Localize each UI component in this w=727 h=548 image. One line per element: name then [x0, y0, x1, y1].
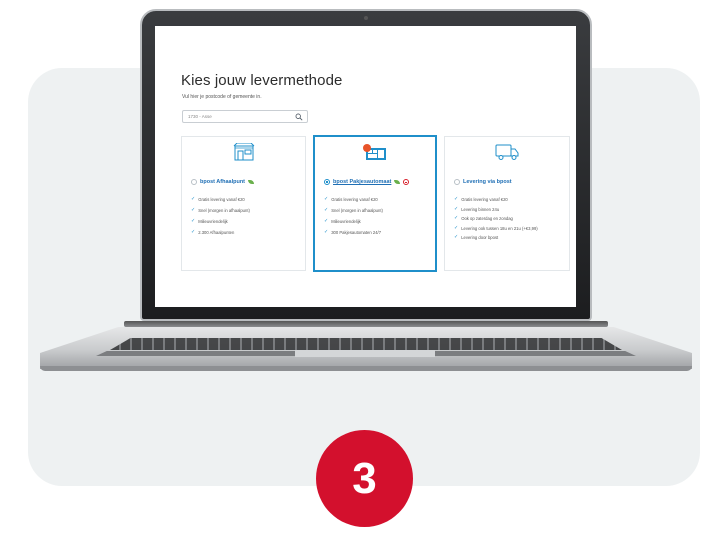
- feature-text: Milieuvriendelijk: [198, 219, 228, 224]
- feature-item: ✓ Milieuvriendelijk: [191, 218, 299, 225]
- laptop-keyboard: [110, 338, 622, 350]
- check-icon: ✓: [454, 196, 459, 202]
- search-value: 1730 - Asse: [188, 114, 212, 119]
- radio-afhaalpunt[interactable]: [191, 179, 197, 185]
- check-icon: ✓: [454, 234, 459, 240]
- option-label: bpost Afhaalpunt: [200, 179, 246, 185]
- eco-leaf-icon: [394, 180, 401, 184]
- feature-text: 300 Pakjesautomaten 24/7: [331, 230, 382, 235]
- radio-levering[interactable]: [454, 179, 460, 185]
- radio-pakjesautomaat[interactable]: [324, 179, 330, 185]
- check-icon: ✓: [454, 215, 459, 221]
- option-card-afhaalpunt[interactable]: bpost Afhaalpunt ✓ Gratis levering vanaf …: [181, 136, 306, 271]
- camera-dot: [364, 16, 368, 20]
- feature-text: Levering door bpost: [461, 235, 499, 240]
- feature-list: ✓ Gratis levering vanaf €20 ✓ Snel (morgen…: [324, 197, 432, 241]
- feature-item: ✓ 2.300 Afhaalpunten: [191, 229, 299, 236]
- feature-item: ✓ Snel (morgen in afhaalpunt): [191, 207, 299, 214]
- check-icon: ✓: [324, 229, 329, 235]
- page-subtitle: Vul hier je postcode of gemeente in.: [182, 94, 262, 100]
- option-label: bpost Pakjesautomaat: [333, 179, 392, 185]
- check-icon: ✓: [454, 205, 459, 212]
- laptop-hinge: [124, 321, 608, 327]
- page-title: Kies jouw levermethode: [181, 72, 343, 89]
- feature-item: ✓ Levering binnen 24u: [454, 205, 562, 212]
- check-icon: ✓: [191, 218, 196, 224]
- feature-list: ✓ Gratis levering vanaf €20 ✓ Levering bin…: [454, 197, 562, 245]
- feature-item: ✓ Snel (morgen in afhaalpunt): [324, 207, 432, 214]
- check-icon: ✓: [191, 196, 196, 202]
- laptop-trackpad: [295, 350, 435, 357]
- feature-item: ✓ Levering door bpost: [454, 234, 562, 241]
- option-card-pakjesautomaat[interactable]: bpost Pakjesautomaat ✓ Gratis levering va…: [313, 135, 437, 272]
- check-icon: ✓: [324, 218, 329, 224]
- search-icon[interactable]: [295, 113, 303, 121]
- feature-text: Snel (morgen in afhaalpunt): [331, 208, 383, 213]
- step-number-badge: 3: [316, 430, 413, 527]
- feature-text: Levering binnen 24u: [461, 206, 500, 212]
- check-icon: ✓: [324, 196, 329, 202]
- option-card-levering[interactable]: Levering via bpost ✓ Gratis levering vana…: [444, 136, 570, 271]
- check-icon: ✓: [191, 207, 196, 213]
- feature-text: Snel (morgen in afhaalpunt): [198, 208, 250, 213]
- feature-list: ✓ Gratis levering vanaf €20 ✓ Snel (morgen…: [191, 197, 299, 241]
- feature-text: 2.300 Afhaalpunten: [198, 230, 235, 235]
- feature-text: Levering ook tussen 18u en 21u (+€3,99): [461, 225, 538, 231]
- delivery-truck-icon: [495, 144, 519, 160]
- feature-text: Ook op zaterdag en zondag: [461, 216, 513, 221]
- option-pakjesautomaat[interactable]: bpost Pakjesautomaat: [324, 179, 410, 185]
- laptop-screen: Kies jouw levermethode Vul hier je postc…: [155, 26, 576, 307]
- feature-item: ✓ Levering ook tussen 18u en 21u (+€3,99): [454, 224, 562, 231]
- feature-text: Milieuvriendelijk: [331, 219, 361, 224]
- feature-item: ✓ Milieuvriendelijk: [324, 218, 432, 225]
- feature-text: Gratis levering vanaf €20: [198, 197, 245, 202]
- laptop-base-edge: [40, 366, 692, 371]
- eco-leaf-icon: [248, 180, 255, 184]
- check-icon: ✓: [324, 207, 329, 213]
- feature-item: ✓ Gratis levering vanaf €20: [454, 196, 562, 203]
- check-icon: ✓: [454, 224, 459, 231]
- store-icon: [233, 143, 254, 161]
- option-label: Levering via bpost: [463, 179, 512, 185]
- feature-item: ✓ Gratis levering vanaf €20: [324, 196, 432, 203]
- open-24-7-icon: [403, 179, 410, 185]
- feature-text: Gratis levering vanaf €20: [461, 197, 508, 202]
- feature-item: ✓ Gratis levering vanaf €20: [191, 196, 299, 203]
- postcode-search-input[interactable]: 1730 - Asse: [182, 110, 308, 123]
- option-levering[interactable]: Levering via bpost: [454, 179, 512, 185]
- feature-item: ✓ Ook op zaterdag en zondag: [454, 215, 562, 222]
- option-afhaalpunt[interactable]: bpost Afhaalpunt: [191, 179, 255, 185]
- feature-text: Gratis levering vanaf €20: [331, 197, 378, 202]
- check-icon: ✓: [191, 229, 196, 235]
- parcel-locker-icon: [363, 144, 386, 160]
- feature-item: ✓ 300 Pakjesautomaten 24/7: [324, 229, 432, 236]
